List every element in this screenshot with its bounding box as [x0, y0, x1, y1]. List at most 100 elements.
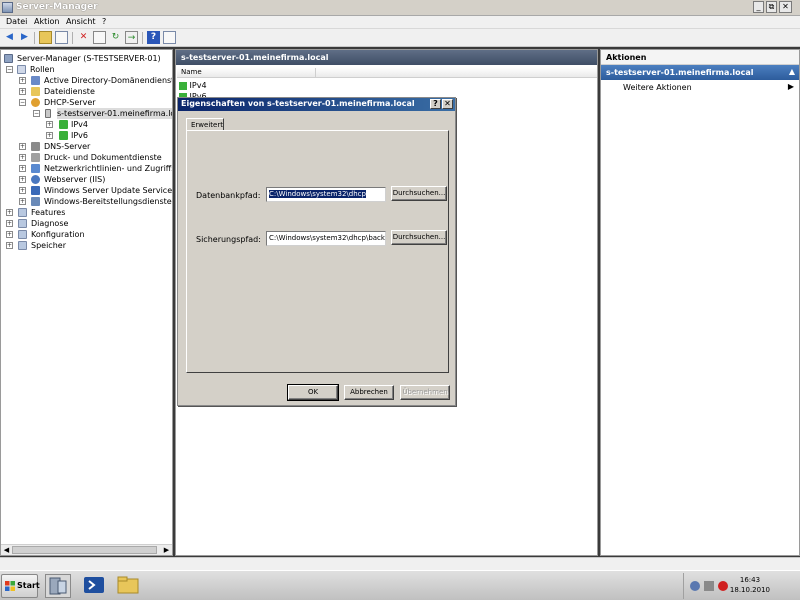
dhcp-icon: [31, 98, 40, 107]
properties-dialog: Eigenschaften von s-testserver-01.meinef…: [177, 97, 456, 406]
database-path-label: Datenbankpfad:: [196, 191, 261, 200]
collapse-arrow-icon[interactable]: ▲: [789, 67, 795, 76]
wsus-icon: [31, 186, 40, 195]
properties-icon[interactable]: [93, 31, 106, 44]
menu-bar: Datei Aktion Ansicht ?: [0, 16, 800, 29]
list-item[interactable]: IPv4: [179, 81, 207, 91]
refresh-icon[interactable]: ↻: [109, 31, 122, 44]
action-weitere-aktionen[interactable]: Weitere Aktionen ▶: [601, 80, 799, 94]
toolbar-separator: [34, 32, 35, 44]
roles-icon: [17, 65, 26, 74]
menu-ansicht[interactable]: Ansicht: [66, 17, 96, 26]
network-icon: [31, 164, 40, 173]
browse-backup-button[interactable]: Durchsuchen...: [391, 230, 447, 245]
expand-icon[interactable]: +: [19, 154, 26, 161]
expand-icon[interactable]: +: [6, 231, 13, 238]
minimize-button[interactable]: _: [753, 1, 764, 13]
features-icon: [18, 208, 27, 217]
ok-button[interactable]: OK: [287, 384, 339, 401]
console-tree: Server-Manager (S-TESTSERVER-01) − Rolle…: [0, 49, 173, 556]
server-manager-icon: [4, 54, 13, 63]
status-bar: [0, 557, 800, 570]
expand-icon[interactable]: +: [19, 187, 26, 194]
browse-database-button[interactable]: Durchsuchen...: [391, 186, 447, 201]
server-manager-app-icon: [2, 2, 13, 13]
folder-up-icon[interactable]: [39, 31, 52, 44]
back-icon[interactable]: ◀: [3, 31, 16, 44]
scrollbar-thumb[interactable]: [12, 546, 157, 554]
dns-icon: [31, 142, 40, 151]
forward-icon[interactable]: ▶: [18, 31, 31, 44]
expand-icon[interactable]: +: [19, 165, 26, 172]
export-icon[interactable]: →: [125, 31, 138, 44]
iis-icon: [31, 175, 40, 184]
printer-icon: [31, 153, 40, 162]
dialog-help-button[interactable]: ?: [430, 99, 441, 109]
menu-aktion[interactable]: Aktion: [34, 17, 59, 26]
apply-button[interactable]: Übernehmen: [400, 385, 450, 400]
ipv4-icon: [59, 120, 68, 129]
expand-icon[interactable]: +: [19, 198, 26, 205]
menu-datei[interactable]: Datei: [6, 17, 27, 26]
restore-button[interactable]: ⧉: [766, 1, 777, 13]
column-name[interactable]: Name: [179, 68, 316, 78]
submenu-arrow-icon: ▶: [787, 82, 794, 91]
expand-icon[interactable]: +: [19, 88, 26, 95]
help-icon[interactable]: ?: [147, 31, 160, 44]
actions-header: Aktionen: [601, 50, 799, 65]
expand-icon[interactable]: +: [46, 132, 53, 139]
windows-logo-icon: [5, 581, 15, 591]
folder-icon: [31, 87, 40, 96]
server-manager-taskbar-icon[interactable]: [45, 574, 71, 598]
dialog-titlebar: Eigenschaften von s-testserver-01.meinef…: [178, 98, 455, 111]
database-path-input[interactable]: C:\Windows\system32\dhcp: [266, 187, 386, 202]
scroll-right-icon[interactable]: ▶: [161, 545, 172, 555]
collapse-icon[interactable]: −: [33, 110, 40, 117]
volume-muted-icon[interactable]: [718, 581, 728, 591]
start-button[interactable]: Start: [1, 574, 40, 598]
clock-time: 16:43: [739, 576, 761, 584]
toolbar-separator: [142, 32, 143, 44]
storage-icon: [18, 241, 27, 250]
backup-path-label: Sicherungspfad:: [196, 235, 261, 244]
window-title: Server-Manager: [16, 2, 98, 12]
server-tray-icon[interactable]: [704, 581, 714, 591]
ad-icon: [31, 76, 40, 85]
window-titlebar: Server-Manager _ ⧉ ✕: [0, 0, 800, 16]
actions-section-header[interactable]: s-testserver-01.meinefirma.local ▲: [601, 65, 799, 80]
ipv6-icon: [59, 131, 68, 140]
actions-pane: Aktionen s-testserver-01.meinefirma.loca…: [600, 49, 800, 556]
collapse-icon[interactable]: −: [19, 99, 26, 106]
explorer-icon[interactable]: [116, 574, 142, 598]
console-tree-icon[interactable]: [55, 31, 68, 44]
tab-panel: Datenbankpfad: C:\Windows\system32\dhcp …: [186, 130, 449, 373]
console-icon[interactable]: [163, 31, 176, 44]
scroll-left-icon[interactable]: ◀: [1, 545, 12, 555]
diagnostics-icon: [18, 219, 27, 228]
expand-icon[interactable]: +: [6, 242, 13, 249]
menu-help[interactable]: ?: [102, 17, 106, 26]
toolbar: ◀ ▶ ✕ ↻ → ?: [0, 29, 800, 47]
taskbar: Start 16:43 18.10.2010: [0, 570, 800, 600]
expand-icon[interactable]: +: [6, 209, 13, 216]
delete-icon[interactable]: ✕: [77, 31, 90, 44]
cancel-button[interactable]: Abbrechen: [344, 385, 394, 400]
tree-horizontal-scrollbar[interactable]: ◀ ▶: [1, 544, 172, 555]
dialog-title: Eigenschaften von s-testserver-01.meinef…: [181, 99, 415, 108]
expand-icon[interactable]: +: [19, 143, 26, 150]
expand-icon[interactable]: +: [19, 77, 26, 84]
powershell-icon[interactable]: [82, 574, 108, 598]
system-tray: 16:43 18.10.2010: [683, 573, 800, 599]
dialog-close-button[interactable]: ✕: [442, 99, 453, 109]
clock[interactable]: 16:43 18.10.2010: [730, 575, 770, 595]
configuration-icon: [18, 230, 27, 239]
expand-icon[interactable]: +: [46, 121, 53, 128]
expand-icon[interactable]: +: [6, 220, 13, 227]
collapse-icon[interactable]: −: [6, 66, 13, 73]
network-tray-icon[interactable]: [690, 581, 700, 591]
expand-icon[interactable]: +: [19, 176, 26, 183]
server-icon: [45, 109, 51, 118]
deployment-icon: [31, 197, 40, 206]
backup-path-input[interactable]: C:\Windows\system32\dhcp\backup: [266, 231, 386, 246]
close-button[interactable]: ✕: [779, 1, 792, 13]
